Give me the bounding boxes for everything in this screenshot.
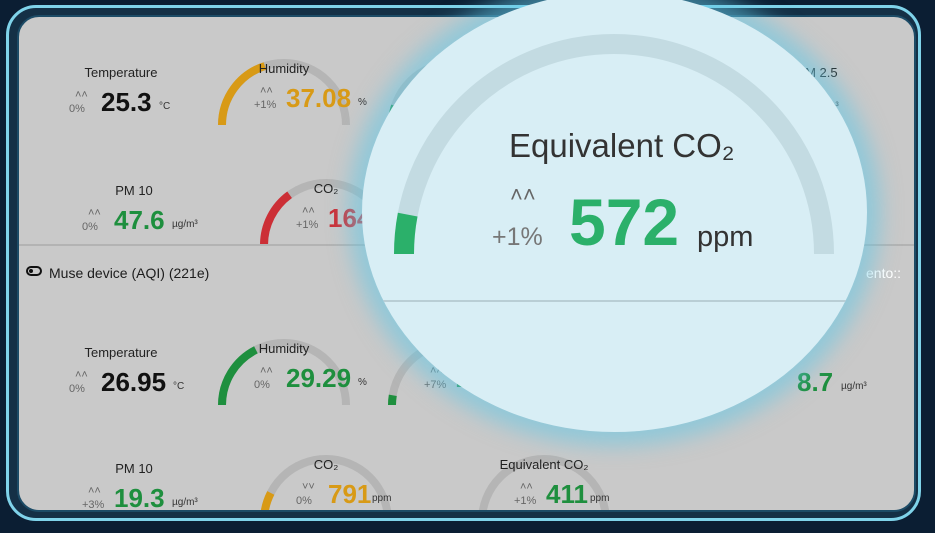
- tile-unit: ppm: [590, 493, 610, 504]
- tile-value: 19.3: [114, 483, 165, 512]
- tile-temperature2: Temperature ˄˄ 0% 26.95 °C: [51, 339, 191, 419]
- tile-title: Temperature: [84, 65, 158, 80]
- tile-reading: ˄˄ 0% 29.29%: [214, 363, 367, 403]
- gauge-fill: [482, 511, 483, 512]
- tile-change: 0%: [254, 379, 270, 391]
- tile-unit: ppm: [372, 493, 392, 504]
- tile-value: 25.3: [101, 87, 152, 117]
- magnified-unit: ppm: [697, 221, 754, 253]
- tile-co22: CO₂ ˅˅ 0% 791 ppm: [256, 451, 396, 510]
- tile-pm102: PM 10 ˄˄ +3% 19.3 µg/m³: [64, 455, 204, 512]
- tile-title: Humidity: [258, 61, 310, 76]
- device-right-label: ento::: [866, 265, 902, 281]
- tile-value: 26.95: [101, 367, 167, 397]
- tile-title: Humidity: [258, 341, 310, 356]
- tile-reading: ˄˄ 0% 26.95 °C: [51, 367, 191, 407]
- tile-change: 0%: [82, 221, 98, 233]
- magnifier-lens: Equivalent CO₂ ˄˄ +1% 572 ppm: [362, 0, 867, 432]
- arrow-down-icon: ˅˅: [302, 481, 315, 493]
- tile-unit: µg/m³: [172, 497, 198, 508]
- tile-reading: ˄˄ +3% 19.3 µg/m³: [64, 483, 204, 512]
- arrow-up-icon: ˄˄: [75, 89, 88, 101]
- tile-reading: ˄˄ +1% 37.08%: [214, 83, 367, 123]
- tile-change: 0%: [69, 103, 85, 115]
- arrow-up-icon: ˄˄: [520, 481, 533, 493]
- tile-value: 47.6: [114, 205, 165, 235]
- tile-humidity2: Humidity ˄˄ 0% 29.29%: [214, 335, 367, 415]
- tile-title: Equivalent CO₂: [499, 457, 589, 472]
- tile-value: 29.29: [286, 363, 352, 393]
- arrow-up-icon: ˄˄: [88, 485, 101, 497]
- tile-reading: ˄˄ +1% 411 ppm: [474, 479, 614, 510]
- tile-change: +3%: [82, 499, 105, 511]
- tile-value: 411: [546, 479, 588, 509]
- tile-eco22: Equivalent CO₂ ˄˄ +1% 411 ppm: [474, 451, 614, 512]
- magnified-arrow-up-icon: ˄˄: [510, 182, 536, 207]
- tile-value: 37.08: [286, 83, 352, 113]
- tile-value: 791: [328, 479, 372, 509]
- tile-title: CO₂: [313, 457, 339, 472]
- tile-unit: °C: [173, 381, 185, 392]
- tile-unit: °C: [159, 101, 171, 112]
- magnified-divider: [362, 300, 867, 302]
- arrow-up-icon: ˄˄: [75, 369, 88, 381]
- tile-humidity: Humidity ˄˄ +1% 37.08%: [214, 55, 367, 135]
- tile-reading: ˅˅ 0% 791 ppm: [256, 479, 396, 510]
- tile-temperature: Temperature ˄˄ 0% 25.3 °C: [51, 59, 191, 139]
- magnified-gauge-fill: [393, 212, 418, 255]
- tile-change: +1%: [254, 99, 277, 111]
- arrow-up-icon: ˄˄: [260, 85, 273, 97]
- tile-change: +1%: [296, 219, 319, 231]
- device-toggle-icon[interactable]: [26, 266, 42, 276]
- tile-change: +1%: [514, 495, 537, 507]
- tile-change: 0%: [69, 383, 85, 395]
- arrow-up-icon: ˄˄: [260, 365, 273, 377]
- tile-unit: µg/m³: [172, 219, 198, 230]
- tile-reading: ˄˄ 0% 47.6 µg/m³: [64, 205, 204, 245]
- magnified-value: 572: [569, 185, 680, 259]
- tile-title: Temperature: [84, 345, 158, 360]
- arrow-up-icon: ˄˄: [302, 205, 315, 217]
- tile-title: PM 10: [115, 461, 153, 476]
- device-name: Muse device (AQI) (221e): [49, 265, 210, 281]
- tile-reading: ˄˄ 0% 25.3 °C: [51, 87, 191, 127]
- tile-change: 0%: [296, 495, 312, 507]
- magnified-title: Equivalent CO₂: [509, 127, 735, 164]
- magnified-tile-eco2: Equivalent CO₂ ˄˄ +1% 572 ppm: [362, 0, 867, 432]
- tile-title: PM 10: [115, 183, 153, 198]
- magnified-change: +1%: [492, 223, 543, 251]
- arrow-up-icon: ˄˄: [88, 207, 101, 219]
